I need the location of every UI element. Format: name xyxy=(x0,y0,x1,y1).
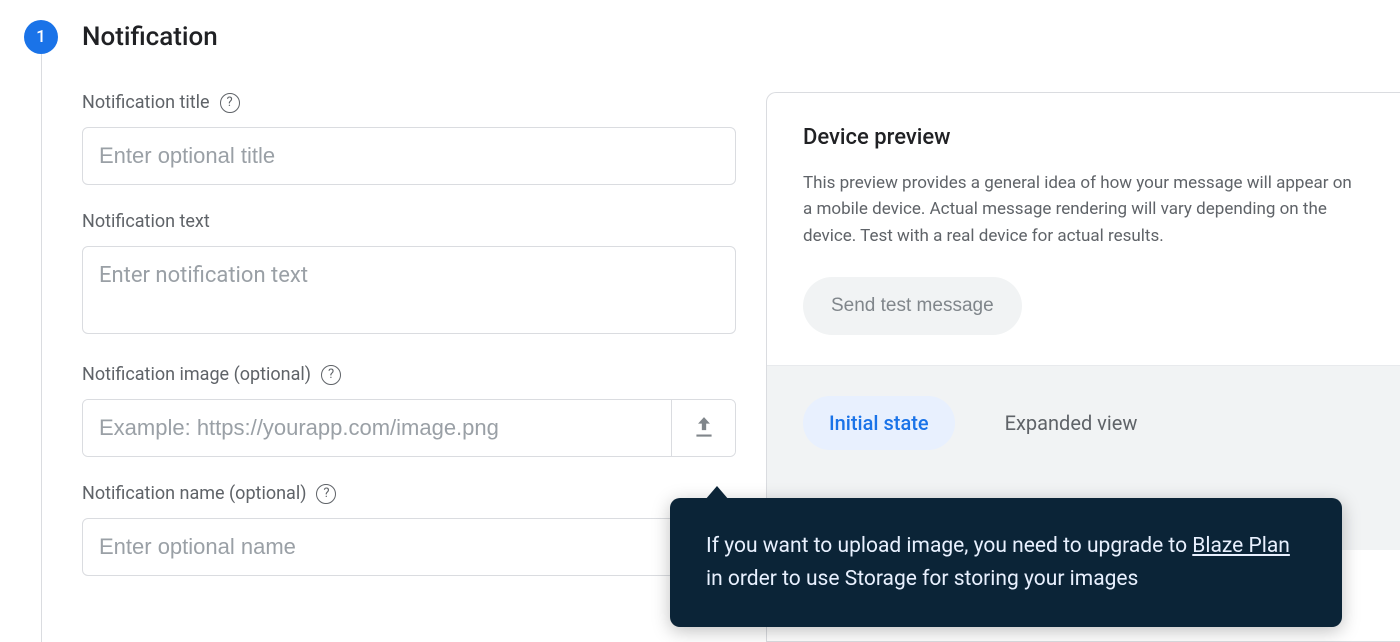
label-notification-text: Notification text xyxy=(82,211,210,232)
help-icon[interactable]: ? xyxy=(316,484,336,504)
input-notification-name[interactable] xyxy=(82,518,736,576)
field-notification-name: Notification name (optional) ? xyxy=(82,483,736,576)
input-notification-text[interactable] xyxy=(82,246,736,334)
field-notification-title: Notification title ? xyxy=(82,92,736,185)
field-notification-image: Notification image (optional) ? xyxy=(82,364,736,457)
help-icon[interactable]: ? xyxy=(220,93,240,113)
step-number-badge: 1 xyxy=(24,20,58,54)
tab-expanded-view[interactable]: Expanded view xyxy=(979,396,1164,450)
notification-form: Notification title ? Notification text N… xyxy=(82,92,736,602)
input-notification-title[interactable] xyxy=(82,127,736,185)
upload-image-button[interactable] xyxy=(671,400,735,456)
send-test-message-button[interactable]: Send test message xyxy=(803,277,1022,335)
step-connector-line xyxy=(41,54,42,642)
preview-description: This preview provides a general idea of … xyxy=(803,170,1364,249)
label-notification-image: Notification image (optional) xyxy=(82,364,311,385)
help-icon[interactable]: ? xyxy=(321,365,341,385)
preview-title: Device preview xyxy=(803,125,1364,150)
tooltip-arrow xyxy=(705,486,729,500)
tooltip-text-suffix: in order to use Storage for storing your… xyxy=(706,567,1138,591)
label-notification-title: Notification title xyxy=(82,92,210,113)
blaze-plan-link[interactable]: Blaze Plan xyxy=(1192,534,1290,558)
label-notification-name: Notification name (optional) xyxy=(82,483,306,504)
step-title: Notification xyxy=(82,22,218,52)
tab-initial-state[interactable]: Initial state xyxy=(803,396,955,450)
input-notification-image-url[interactable] xyxy=(83,400,671,456)
compose-notification-page: 1 Notification Notification title ? Noti… xyxy=(0,0,1400,642)
upload-upgrade-tooltip: If you want to upload image, you need to… xyxy=(670,498,1342,627)
field-notification-text: Notification text xyxy=(82,211,736,338)
tooltip-text-prefix: If you want to upload image, you need to… xyxy=(706,534,1192,558)
upload-icon xyxy=(691,415,717,441)
